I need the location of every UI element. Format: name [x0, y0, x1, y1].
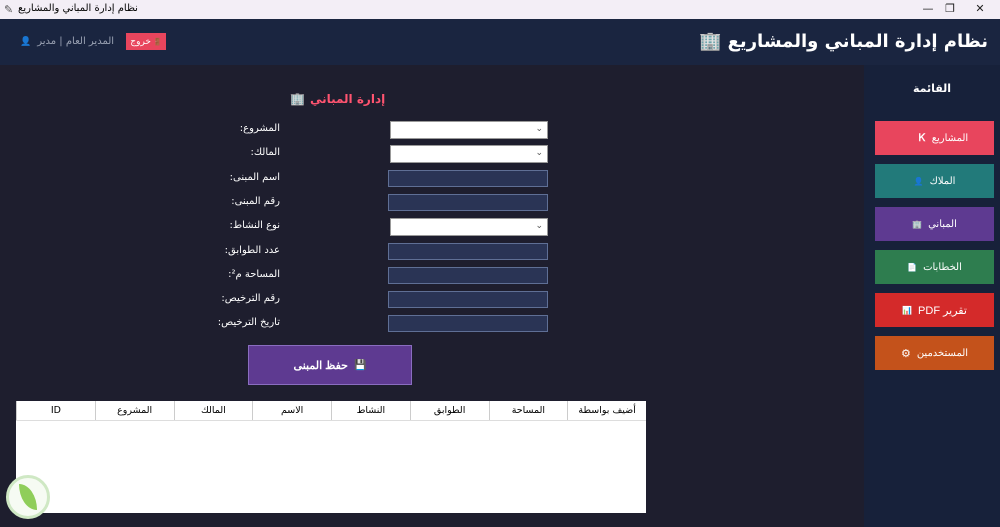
logout-button[interactable]: خروج 🚪: [126, 33, 166, 50]
license-number-input[interactable]: [388, 291, 548, 308]
form-row-floors: :عدد الطوابق: [0, 243, 864, 261]
chevron-down-icon: ⌄: [535, 148, 543, 158]
form-row-area: :المساحة م²: [0, 267, 864, 285]
sidebar-item-projects[interactable]: المشاريع Ꮶ: [875, 121, 994, 155]
section-title: 🏢 إدارة المباني: [290, 92, 385, 106]
floppy-disk-icon: 💾: [353, 359, 367, 371]
license-date-label: :تاريخ الترخيص: [217, 317, 280, 328]
column-header[interactable]: النشاط: [331, 401, 410, 420]
building-name-input[interactable]: [388, 170, 548, 187]
column-header[interactable]: المشروع: [94, 401, 174, 420]
project-label: :المشروع: [239, 123, 280, 134]
chevron-down-icon: ⌄: [535, 124, 543, 134]
window-title: نظام إدارة المباني والمشاريع: [18, 3, 138, 14]
column-header[interactable]: المساحة: [488, 401, 568, 420]
building-icon: 🏢: [912, 219, 923, 229]
leaf-icon: [19, 484, 37, 510]
project-select[interactable]: ⌄: [390, 121, 548, 139]
column-header[interactable]: الاسم: [252, 401, 331, 420]
buildings-table[interactable]: أضيف بواسطة المساحة الطوابق النشاط الاسم…: [16, 401, 646, 513]
sidebar-item-pdf-report[interactable]: تقرير PDF 📊: [875, 293, 994, 327]
building-icon: 🏢: [699, 31, 722, 52]
close-button[interactable]: ✕: [970, 2, 990, 15]
column-header[interactable]: المالك: [173, 401, 253, 420]
sidebar-item-owners[interactable]: الملاك 👤: [875, 164, 994, 198]
form-row-project: :المشروع ⌄: [0, 121, 864, 139]
sidebar-item-buildings[interactable]: المباني 🏢: [875, 207, 994, 241]
column-header[interactable]: الطوابق: [409, 401, 489, 420]
app-title-text: نظام إدارة المباني والمشاريع: [727, 31, 988, 52]
document-icon: 📄: [907, 262, 918, 272]
building-name-label: :اسم المبنى: [229, 172, 280, 183]
form-row-license-number: :رقم الترخيص: [0, 291, 864, 309]
user-icon: 👤: [20, 36, 32, 47]
save-building-label: حفظ المبنى: [293, 359, 348, 372]
sidebar-item-label: الملاك: [929, 175, 956, 187]
building-icon: 🏢: [290, 92, 305, 106]
form-row-building-name: :اسم المبنى: [0, 170, 864, 188]
logout-label: خروج: [130, 36, 151, 46]
building-number-label: :رقم المبنى: [231, 196, 280, 207]
sidebar-item-letters[interactable]: الخطابات 📄: [875, 250, 994, 284]
main-content: 🏢 إدارة المباني :المشروع ⌄ :المالك ⌄ :اس…: [0, 65, 864, 527]
user-icon: 👤: [913, 176, 924, 186]
area-input[interactable]: [388, 267, 548, 284]
floors-input[interactable]: [388, 243, 548, 260]
sidebar: القائمة المشاريع Ꮶ الملاك 👤 المباني 🏢 ال…: [864, 65, 1000, 527]
column-header[interactable]: أضيف بواسطة: [567, 401, 646, 420]
table-header: أضيف بواسطة المساحة الطوابق النشاط الاسم…: [16, 401, 646, 421]
form-row-owner: :المالك ⌄: [0, 145, 864, 163]
app-title: نظام إدارة المباني والمشاريع 🏢: [699, 31, 988, 52]
license-number-label: :رقم الترخيص: [221, 293, 280, 304]
projects-icon: Ꮶ: [918, 132, 926, 144]
user-text: المدير العام | مدير: [37, 36, 115, 47]
floors-label: :عدد الطوابق: [224, 245, 280, 256]
door-icon: 🚪: [152, 38, 162, 46]
save-building-button[interactable]: حفظ المبنى 💾: [248, 345, 412, 385]
user-info: 👤 المدير العام | مدير: [20, 36, 114, 47]
activity-label: :نوع النشاط: [229, 220, 280, 231]
sidebar-heading: القائمة: [912, 82, 952, 95]
gear-icon: ⚙: [900, 347, 911, 360]
form-row-activity: :نوع النشاط ⌄: [0, 218, 864, 236]
activity-select[interactable]: ⌄: [390, 218, 548, 236]
sidebar-item-label: المباني: [928, 218, 957, 230]
sidebar-item-label: الخطابات: [923, 261, 962, 273]
feather-icon: ✎: [4, 3, 14, 16]
sidebar-item-users[interactable]: المستخدمين ⚙: [875, 336, 994, 370]
maximize-button[interactable]: ❐: [940, 2, 960, 15]
license-date-input[interactable]: [388, 315, 548, 332]
chevron-down-icon: ⌄: [535, 221, 543, 231]
building-number-input[interactable]: [388, 194, 548, 211]
owner-select[interactable]: ⌄: [390, 145, 548, 163]
form-row-license-date: :تاريخ الترخيص: [0, 315, 864, 333]
app-header: نظام إدارة المباني والمشاريع 🏢 خروج 🚪 👤 …: [0, 19, 1000, 65]
watermark-logo: [6, 475, 50, 519]
sidebar-item-label: المشاريع: [931, 132, 969, 144]
section-title-text: إدارة المباني: [309, 92, 386, 106]
minimize-button[interactable]: —: [918, 2, 938, 15]
chart-icon: 📊: [902, 305, 913, 315]
sidebar-item-label: المستخدمين: [916, 347, 969, 359]
window-titlebar: ✎ نظام إدارة المباني والمشاريع — ❐ ✕: [0, 0, 1000, 19]
form-row-building-number: :رقم المبنى: [0, 194, 864, 212]
sidebar-item-label: تقرير PDF: [918, 304, 967, 317]
column-header[interactable]: ID: [16, 401, 95, 420]
owner-label: :المالك: [250, 147, 280, 158]
area-label: :المساحة م²: [228, 269, 280, 280]
